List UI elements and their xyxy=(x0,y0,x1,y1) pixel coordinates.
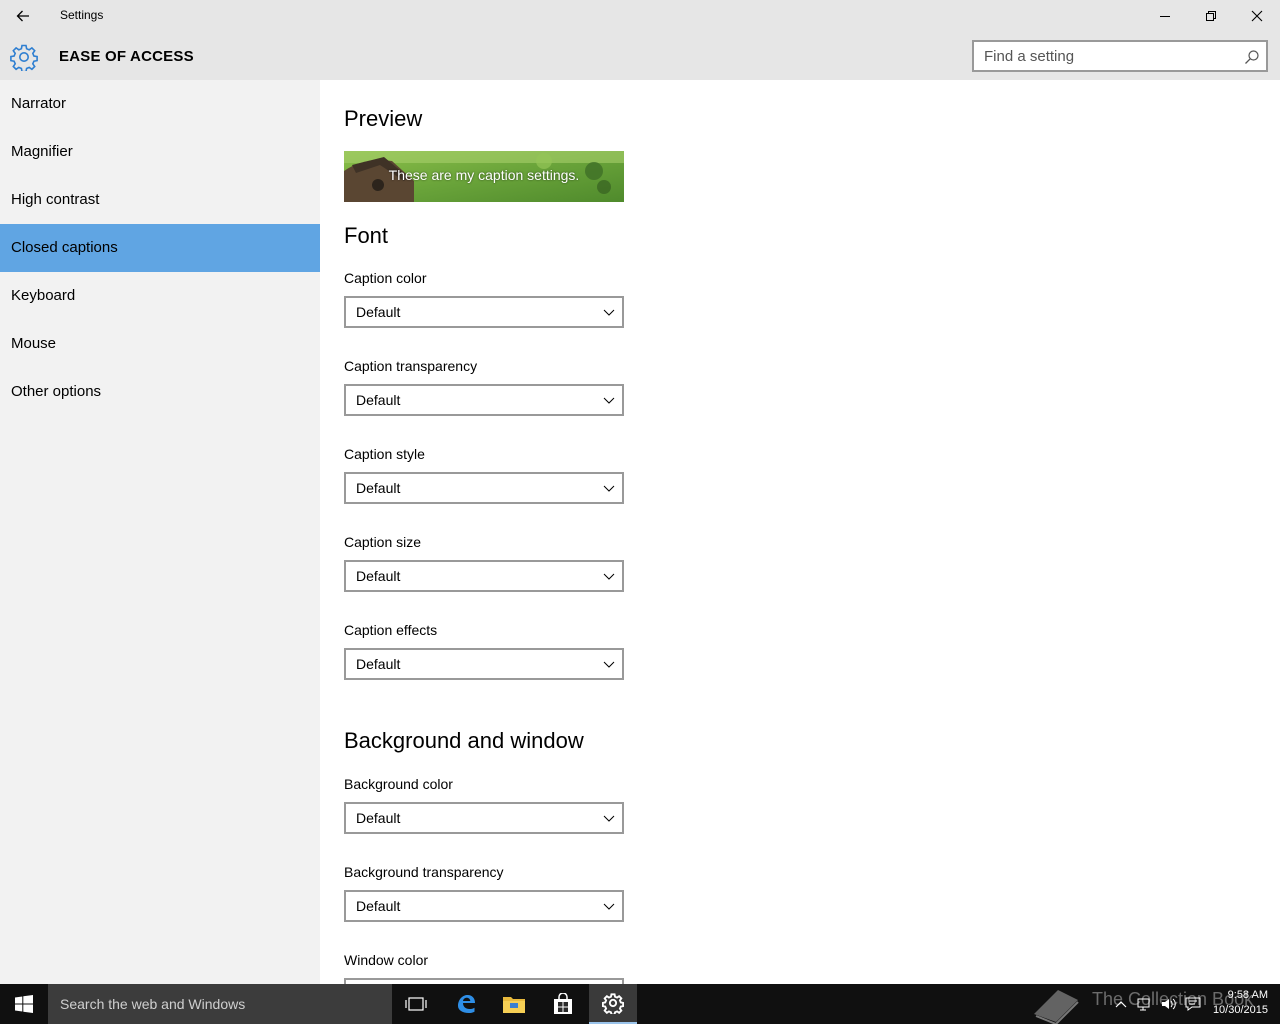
gear-icon xyxy=(10,44,38,71)
taskbar-search-placeholder: Search the web and Windows xyxy=(60,996,246,1012)
scrollbar[interactable] xyxy=(1276,80,1280,984)
action-center-icon[interactable] xyxy=(1184,996,1202,1012)
preview-caption-text: These are my caption settings. xyxy=(388,167,580,183)
caption-size-dropdown[interactable]: Default xyxy=(344,560,624,592)
chevron-down-icon xyxy=(603,573,615,580)
sidebar-item-magnifier[interactable]: Magnifier xyxy=(0,128,320,176)
caption-color-label: Caption color xyxy=(344,270,427,286)
font-heading: Font xyxy=(344,223,389,248)
caption-transparency-dropdown[interactable]: Default xyxy=(344,384,624,416)
search-placeholder: Find a setting xyxy=(984,48,1075,65)
dropdown-value: Default xyxy=(356,392,401,408)
file-explorer-icon xyxy=(503,997,525,1013)
main-content: Preview These are my caption settings. F… xyxy=(320,80,1280,984)
find-setting-search-box[interactable]: Find a setting xyxy=(972,40,1268,72)
store-button[interactable] xyxy=(539,984,587,1024)
sidebar-item-high-contrast[interactable]: High contrast xyxy=(0,176,320,224)
settings-header: EASE OF ACCESS Find a setting xyxy=(0,32,1280,80)
caption-color-dropdown[interactable]: Default xyxy=(344,296,624,328)
sidebar-item-keyboard[interactable]: Keyboard xyxy=(0,272,320,320)
dropdown-value: Default xyxy=(356,304,401,320)
window-color-label: Window color xyxy=(344,952,429,968)
caption-style-dropdown[interactable]: Default xyxy=(344,472,624,504)
sidebar-item-closed-captions[interactable]: Closed captions xyxy=(0,224,320,272)
chevron-down-icon xyxy=(603,397,615,404)
caption-transparency-label: Caption transparency xyxy=(344,358,478,374)
edge-icon xyxy=(458,995,475,1013)
title-bar: Settings xyxy=(0,0,1280,32)
sidebar-item-other-options[interactable]: Other options xyxy=(0,368,320,416)
network-icon[interactable] xyxy=(1136,996,1154,1012)
restore-icon xyxy=(1206,11,1216,21)
minimize-button[interactable] xyxy=(1142,0,1188,32)
background-transparency-dropdown[interactable]: Default xyxy=(344,890,624,922)
volume-icon[interactable] xyxy=(1160,996,1178,1012)
section-title: EASE OF ACCESS xyxy=(59,48,194,65)
taskbar-search-box[interactable]: Search the web and Windows xyxy=(48,984,392,1024)
clock-date: 10/30/2015 xyxy=(1212,1004,1268,1016)
background-color-dropdown[interactable]: Default xyxy=(344,802,624,834)
sidebar: Narrator Magnifier High contrast Closed … xyxy=(0,80,320,984)
caption-effects-dropdown[interactable]: Default xyxy=(344,648,624,680)
settings-taskbar-button[interactable] xyxy=(589,984,637,1024)
edge-browser-button[interactable] xyxy=(442,984,490,1024)
task-view-icon xyxy=(405,997,427,1011)
store-icon xyxy=(554,993,572,1014)
chevron-up-icon[interactable] xyxy=(1112,996,1130,1012)
background-transparency-label: Background transparency xyxy=(344,864,504,880)
minimize-icon xyxy=(1160,16,1170,17)
search-icon[interactable] xyxy=(1244,49,1260,65)
start-button[interactable] xyxy=(0,984,48,1024)
dropdown-value: Default xyxy=(356,898,401,914)
close-button[interactable] xyxy=(1234,0,1280,32)
back-arrow-icon xyxy=(16,10,29,22)
preview-heading: Preview xyxy=(344,106,423,131)
chevron-down-icon xyxy=(603,309,615,316)
windows-logo-icon xyxy=(15,995,33,1013)
chevron-down-icon xyxy=(603,903,615,910)
caption-effects-label: Caption effects xyxy=(344,622,438,638)
back-button[interactable] xyxy=(0,0,46,32)
chevron-down-icon xyxy=(603,485,615,492)
caption-preview-image: These are my caption settings. xyxy=(344,151,624,202)
dropdown-value: Default xyxy=(356,480,401,496)
book-logo-icon xyxy=(1034,990,1079,1024)
dropdown-value: Default xyxy=(356,810,401,826)
sidebar-item-narrator[interactable]: Narrator xyxy=(0,80,320,128)
close-icon xyxy=(1251,10,1263,22)
restore-button[interactable] xyxy=(1188,0,1234,32)
window-title: Settings xyxy=(60,8,104,22)
clock[interactable]: 9:58 AM 10/30/2015 xyxy=(1213,988,1268,1018)
chevron-down-icon xyxy=(603,661,615,668)
sidebar-item-mouse[interactable]: Mouse xyxy=(0,320,320,368)
caption-style-label: Caption style xyxy=(344,446,425,462)
file-explorer-button[interactable] xyxy=(490,984,538,1024)
task-view-button[interactable] xyxy=(392,984,440,1024)
settings-gear-icon xyxy=(602,993,624,1014)
dropdown-value: Default xyxy=(356,656,401,672)
clock-time: 9:58 AM xyxy=(1227,989,1268,1001)
taskbar: Search the web and Windows The Collectio… xyxy=(0,984,1280,1024)
dropdown-value: Default xyxy=(356,568,401,584)
background-color-label: Background color xyxy=(344,776,453,792)
background-window-heading: Background and window xyxy=(344,728,584,753)
chevron-down-icon xyxy=(603,815,615,822)
caption-size-label: Caption size xyxy=(344,534,422,550)
